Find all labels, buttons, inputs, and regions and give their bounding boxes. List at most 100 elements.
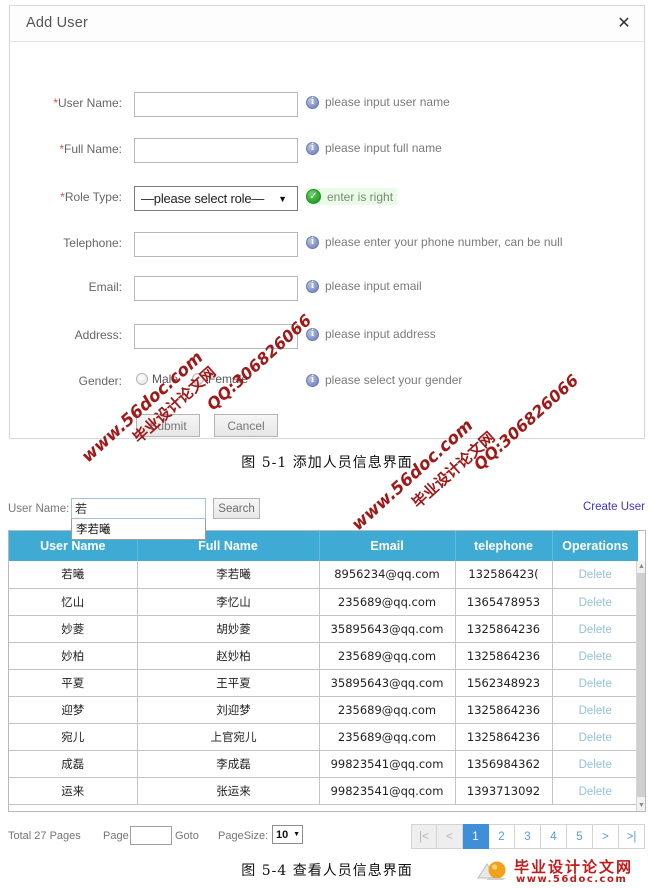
info-icon: i [306,373,319,387]
cell-telephone: 1325864236 [455,723,553,751]
hint-role-type: ✓ enter is right [306,188,398,205]
close-icon[interactable]: ✕ [615,14,633,32]
info-icon: i [306,327,319,341]
delete-link[interactable]: Delete [579,759,612,771]
check-circle-icon: ✓ [306,189,321,204]
table-row: 平夏 王平夏 35895643@qq.com 1562348923 Delete [9,669,638,697]
cell-full-name: 李若曦 [137,561,320,589]
pagination-bar: Total 27 Pages Page Goto PageSize: 10 ▼ … [0,824,654,852]
label-role-type: *Role Type: [60,190,122,204]
cell-telephone: 1325864236 [455,615,553,643]
cell-operations: Delete [552,750,638,778]
pagesize-select[interactable]: 10 ▼ [272,825,303,844]
autocomplete-item[interactable]: 李若曦 [72,519,205,536]
page-button-[interactable]: |< [411,824,437,849]
cell-operations: Delete [552,642,638,670]
page-button-4[interactable]: 4 [541,824,567,849]
cell-telephone: 1325864236 [455,696,553,724]
cell-full-name: 赵妙柏 [137,642,320,670]
hint-gender: i please select your gender [306,373,462,387]
cancel-button[interactable]: Cancel [214,414,278,437]
page-button-[interactable]: > [593,824,619,849]
info-icon: i [306,141,319,155]
delete-link[interactable]: Delete [579,651,612,663]
search-autocomplete-dropdown: 李若曦 [71,519,206,540]
radio-male-label: Male [152,372,179,386]
table-vertical-scrollbar[interactable]: ▲ ▼ [636,561,645,811]
radio-male[interactable] [136,373,148,385]
page-button-5[interactable]: 5 [567,824,593,849]
chevron-down-icon: ▼ [278,193,287,204]
form-row-address: Address: i please input address [10,324,644,352]
full-name-input[interactable] [134,138,298,163]
delete-link[interactable]: Delete [579,597,612,609]
cell-operations: Delete [552,777,638,805]
search-input[interactable] [71,498,206,519]
role-type-select[interactable]: —please select role— ▼ [134,186,298,211]
table-body: 若曦 李若曦 8956234@qq.com 132586423(Delete 忆山 李忆山… [9,561,638,805]
scroll-down-icon[interactable]: ▼ [637,800,645,811]
users-table-container: User Name Full Name Email telephone Oper… [8,530,646,812]
search-toolbar: User Name: Search 李若曦 Create User [0,498,654,540]
cell-user-name: 宛儿 [9,723,138,751]
delete-link[interactable]: Delete [579,705,612,717]
label-email: Email: [88,280,122,294]
email-input[interactable] [134,276,298,301]
delete-link[interactable]: Delete [579,569,612,581]
form-row-role-type: *Role Type: —please select role— ▼ ✓ ent… [10,186,644,214]
form-row-email: Email: i please input email [10,276,644,304]
scrollbar-thumb[interactable] [637,573,645,797]
page-button-2[interactable]: 2 [489,824,515,849]
telephone-input[interactable] [134,232,298,257]
pagination-buttons: |< <1 2 3 4 5 > >| [411,824,645,849]
address-input[interactable] [134,324,298,349]
form-row-user-name: *User Name: i please input user name [10,92,644,120]
cell-email: 235689@qq.com [319,696,456,724]
goto-label[interactable]: Goto [175,830,199,842]
delete-link[interactable]: Delete [579,624,612,636]
create-user-link[interactable]: Create User [583,501,645,513]
cell-telephone: 1325864236 [455,642,553,670]
cell-email: 235689@qq.com [319,642,456,670]
radio-female[interactable] [192,373,205,385]
cell-full-name: 张运来 [137,777,320,805]
page-button-1[interactable]: 1 [463,824,489,849]
dialog-header: Add User ✕ [10,6,644,42]
delete-link[interactable]: Delete [579,678,612,690]
scroll-up-icon[interactable]: ▲ [637,561,645,573]
search-label: User Name: [8,503,70,515]
dialog-title: Add User [26,15,89,31]
page-button-[interactable]: < [437,824,463,849]
delete-link[interactable]: Delete [579,732,612,744]
cell-full-name: 胡妙菱 [137,615,320,643]
label-telephone: Telephone: [63,236,122,250]
form-row-gender: Gender: Male Female i please select your… [10,370,644,398]
info-icon: i [306,235,319,249]
page-button-3[interactable]: 3 [515,824,541,849]
hint-text: please select your gender [325,373,463,387]
user-name-input[interactable] [134,92,298,117]
gender-radio-group: Male Female [136,372,258,386]
site-logo: 毕业设计论文网 www.56doc.com [476,856,646,886]
chevron-down-icon: ▼ [293,831,300,838]
total-pages-text: Total 27 Pages [8,830,81,842]
search-button[interactable]: Search [213,498,260,519]
label-gender: Gender: [78,374,122,388]
cell-user-name: 平夏 [9,669,138,697]
page-button-[interactable]: >| [619,824,645,849]
radio-female-label: Female [208,372,249,386]
submit-button[interactable]: Submit [136,414,200,437]
hint-text: please input email [325,279,422,293]
page-number-input[interactable] [130,826,172,845]
table-row: 运来 张运来 99823541@qq.com 1393713092 Delete [9,777,638,805]
cell-user-name: 妙菱 [9,615,138,643]
hint-email: i please input email [306,279,422,293]
cell-full-name: 刘迎梦 [137,696,320,724]
table-row: 妙菱 胡妙菱 35895643@qq.com 1325864236 Delete [9,615,638,643]
delete-link[interactable]: Delete [579,786,612,798]
table-row: 成磊 李成磊 99823541@qq.com 1356984362 Delete [9,750,638,778]
cell-full-name: 上官宛儿 [137,723,320,751]
hint-text: please input full name [325,141,442,155]
cell-user-name: 运来 [9,777,138,805]
hint-full-name: i please input full name [306,141,442,155]
